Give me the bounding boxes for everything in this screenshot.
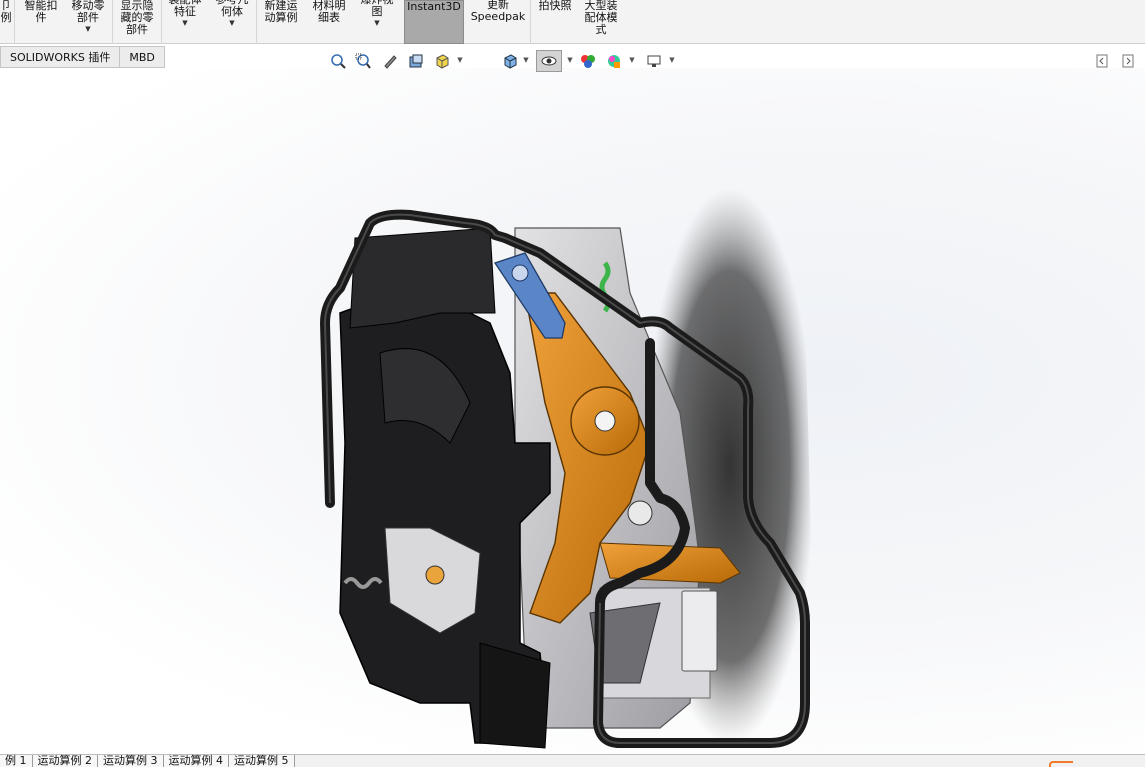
graphics-area[interactable] [0, 68, 1145, 754]
view-orientation-icon[interactable] [432, 50, 452, 72]
ribbon-label: 移动零 部件 [71, 0, 105, 24]
chevron-down-icon[interactable]: ▼ [522, 56, 530, 64]
move-component-button[interactable]: 移动零 部件 ▼ [66, 0, 110, 44]
ribbon-divider [161, 0, 162, 44]
ribbon-label: Instant3D [407, 0, 461, 13]
chevron-down-icon[interactable]: ▼ [85, 25, 90, 33]
zoom-to-area-icon[interactable] [353, 50, 373, 72]
lower-pivot [627, 500, 653, 526]
bill-of-materials-button[interactable]: 材料明 细表 [306, 0, 352, 44]
command-manager-ribbon: 卩 例 智能扣 件 移动零 部件 ▼ 显示隐 藏的零 部件 装配体 特征 ▼ 参… [0, 0, 1145, 44]
ribbon-label: 智能扣 件 [24, 0, 58, 24]
motion-study-tab[interactable]: 运动算例 5 [229, 755, 295, 767]
chevron-down-icon[interactable]: ▼ [566, 56, 574, 64]
assembly-features-button[interactable]: 装配体 特征 ▼ [163, 0, 207, 44]
orange-pivot-pin [594, 410, 616, 432]
ribbon-label: 拍快照 [538, 0, 572, 12]
ribbon-label: 爆炸视 图 [361, 0, 394, 18]
chevron-down-icon[interactable]: ▼ [456, 56, 464, 64]
section-view-icon[interactable] [406, 50, 426, 72]
corner-indicator [1049, 761, 1073, 767]
large-assembly-mode-button[interactable]: 大型装 配体模 式 [578, 0, 624, 44]
tab-solidworks-addins[interactable]: SOLIDWORKS 插件 [0, 46, 121, 68]
instant3d-button[interactable]: Instant3D [404, 0, 464, 44]
ribbon-partial-button[interactable]: 卩 例 [0, 0, 12, 44]
cam-hub [425, 565, 445, 585]
chevron-down-icon[interactable]: ▼ [229, 19, 234, 27]
ribbon-label: 更新 Speedpak [470, 0, 526, 23]
ribbon-label: 装配体 特征 [169, 0, 202, 18]
reference-geometry-button[interactable]: 参考几 何体 ▼ [209, 0, 255, 44]
smart-fastener-button[interactable]: 智能扣 件 [18, 0, 64, 44]
ribbon-label: 材料明 细表 [312, 0, 346, 24]
view-settings-icon[interactable] [644, 50, 664, 72]
ribbon-divider [530, 0, 531, 44]
restore-right-icon[interactable] [1122, 54, 1134, 68]
ribbon-label: 卩 例 [0, 0, 12, 24]
zoom-to-fit-icon[interactable] [328, 50, 348, 72]
ribbon-label: 大型装 配体模 式 [584, 0, 618, 36]
ribbon-divider [14, 0, 15, 44]
assembly-model[interactable] [300, 143, 830, 767]
previous-view-icon[interactable] [380, 50, 400, 72]
chevron-down-icon[interactable]: ▼ [374, 19, 379, 27]
motion-study-tab[interactable]: 例 1 [0, 755, 33, 767]
motion-study-tab[interactable]: 运动算例 4 [163, 755, 229, 767]
new-motion-study-button[interactable]: 新建运 动算例 [258, 0, 304, 44]
motion-study-tabs: 例 1 运动算例 2 运动算例 3 运动算例 4 运动算例 5 [0, 754, 1145, 767]
ribbon-divider [112, 0, 113, 44]
blue-link-pin [511, 264, 529, 282]
motion-study-tab[interactable]: 运动算例 2 [32, 755, 98, 767]
chevron-down-icon[interactable]: ▼ [668, 56, 676, 64]
update-speedpak-button[interactable]: 更新 Speedpak [468, 0, 528, 44]
edit-appearance-icon[interactable] [578, 50, 598, 72]
hide-show-items-icon[interactable] [536, 50, 562, 72]
motion-study-tab[interactable]: 运动算例 3 [98, 755, 164, 767]
apply-scene-icon[interactable] [604, 50, 624, 72]
chevron-down-icon[interactable]: ▼ [628, 56, 636, 64]
exploded-view-button[interactable]: 爆炸视 图 ▼ [354, 0, 400, 44]
command-manager-tabs: SOLIDWORKS 插件 MBD [0, 46, 165, 68]
ribbon-label: 显示隐 藏的零 部件 [120, 0, 154, 36]
display-style-icon[interactable] [500, 50, 520, 72]
tab-mbd[interactable]: MBD [120, 46, 165, 68]
chevron-down-icon[interactable]: ▼ [182, 19, 187, 27]
upper-black-plate [349, 227, 496, 329]
ribbon-label: 新建运 动算例 [264, 0, 298, 24]
show-hidden-components-button[interactable]: 显示隐 藏的零 部件 [114, 0, 160, 44]
restore-left-icon[interactable] [1096, 54, 1108, 68]
ribbon-label: 参考几 何体 [216, 0, 249, 18]
ribbon-divider [256, 0, 257, 44]
solidworks-window: 卩 例 智能扣 件 移动零 部件 ▼ 显示隐 藏的零 部件 装配体 特征 ▼ 参… [0, 0, 1145, 767]
connector-block [681, 590, 718, 672]
take-snapshot-button[interactable]: 拍快照 [533, 0, 577, 44]
